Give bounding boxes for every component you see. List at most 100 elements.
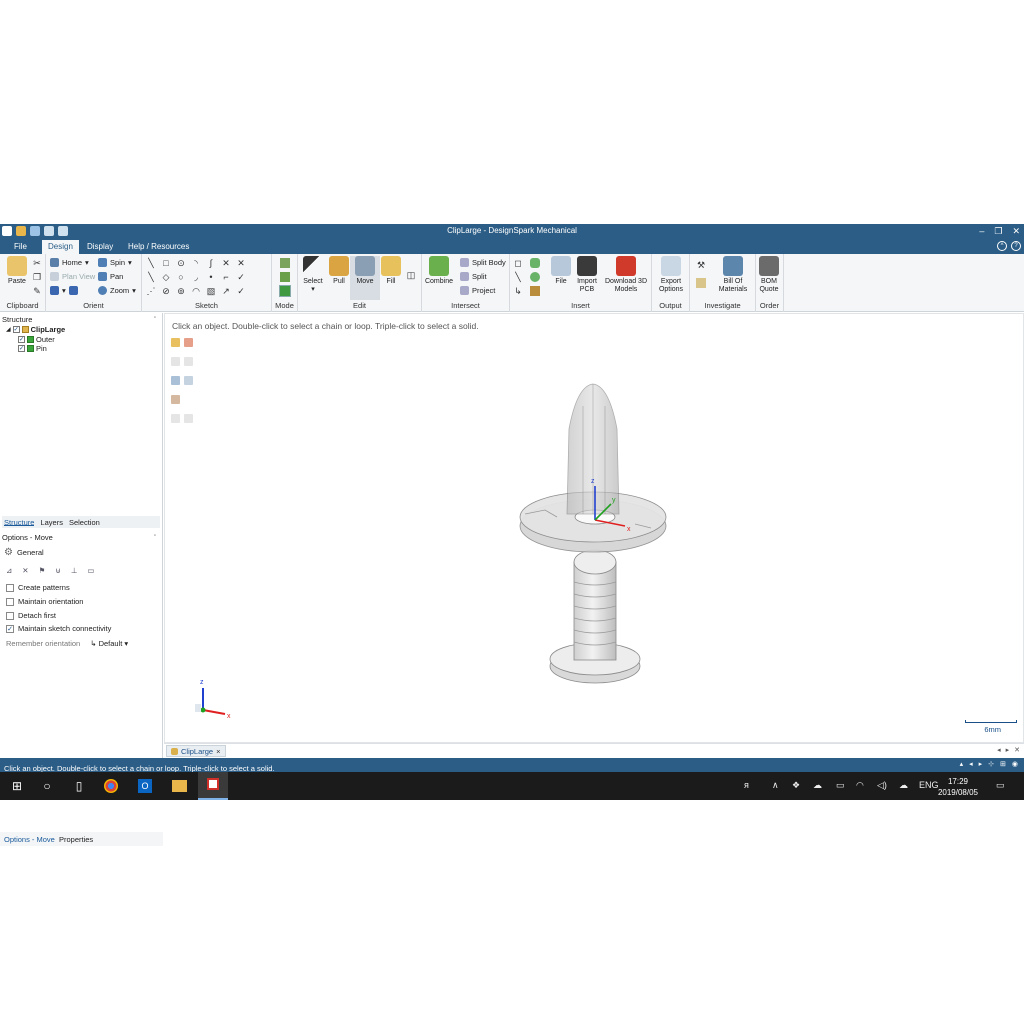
outlook-icon[interactable]: O bbox=[138, 779, 152, 793]
shell-icon[interactable]: ◫ bbox=[406, 270, 416, 280]
plan-view-button[interactable]: Plan View bbox=[50, 272, 95, 281]
sphere-icon[interactable] bbox=[530, 272, 540, 282]
onedrive-icon[interactable]: ☁ bbox=[899, 780, 908, 791]
grid-icon[interactable]: ⊞ bbox=[1000, 760, 1006, 768]
help-icon[interactable]: ? bbox=[1011, 241, 1021, 251]
arc-tool-icon[interactable]: ◝ bbox=[191, 258, 201, 268]
ruler-icon[interactable]: ⚑ bbox=[39, 566, 46, 575]
axis-icon[interactable]: ╲ bbox=[513, 272, 523, 282]
paste-button[interactable]: Paste bbox=[2, 256, 32, 286]
tree-row[interactable]: ✓ Outer bbox=[6, 335, 65, 345]
detach-first-checkbox[interactable] bbox=[6, 611, 14, 620]
close-button[interactable]: ✕ bbox=[1012, 226, 1020, 237]
minimize-button[interactable]: – bbox=[979, 226, 984, 237]
collapse-icon[interactable]: ◢ bbox=[6, 326, 11, 333]
language-indicator[interactable]: ENG bbox=[919, 780, 939, 790]
tray-expand-icon[interactable]: ∧ bbox=[772, 780, 779, 791]
tree-row[interactable]: ✓ Pin bbox=[6, 344, 65, 354]
3d-viewport[interactable]: Click an object. Double-click to select … bbox=[164, 313, 1024, 743]
detach-first-option[interactable]: Detach first bbox=[6, 611, 56, 620]
split-body-button[interactable]: Split Body bbox=[460, 258, 506, 267]
clip-model[interactable] bbox=[519, 383, 667, 684]
bom-quote-button[interactable]: BOM Quote bbox=[756, 256, 782, 294]
visibility-checkbox[interactable]: ✓ bbox=[18, 335, 25, 343]
task-view-icon[interactable]: ▯ bbox=[70, 777, 88, 795]
search-icon[interactable]: ○ bbox=[38, 777, 56, 795]
sweep-arc-icon[interactable]: ◞ bbox=[191, 272, 201, 282]
selection-next-icon[interactable]: ▸ bbox=[979, 760, 983, 768]
close-all-icon[interactable]: ✕ bbox=[1014, 746, 1020, 754]
tab-properties[interactable]: Properties bbox=[59, 835, 93, 844]
maintain-sketch-connectivity-checkbox[interactable]: ✓ bbox=[6, 624, 14, 633]
pivot-icon[interactable]: ⊥ bbox=[71, 566, 78, 575]
chrome-icon[interactable] bbox=[104, 779, 118, 793]
mirror-tool-icon[interactable]: ✕ bbox=[236, 258, 246, 268]
export-options-button[interactable]: Export Options bbox=[656, 256, 686, 294]
trim-tool-icon[interactable]: ✕ bbox=[221, 258, 231, 268]
line-tool-icon[interactable]: ╲ bbox=[146, 258, 156, 268]
cloud-sync-icon[interactable]: ☁ bbox=[813, 780, 822, 791]
visibility-checkbox[interactable]: ✓ bbox=[12, 326, 20, 334]
tab-design[interactable]: Design bbox=[42, 240, 79, 254]
wifi-icon[interactable]: ◠ bbox=[856, 780, 864, 791]
view-cube-button[interactable]: ▾ bbox=[50, 286, 78, 295]
designspark-task-icon[interactable] bbox=[198, 772, 228, 800]
tab-layers[interactable]: Layers bbox=[40, 518, 63, 527]
tab-help-resources[interactable]: Help / Resources bbox=[122, 240, 195, 254]
offset-tool-icon[interactable]: ⌐ bbox=[221, 272, 231, 282]
notifications-icon[interactable]: ▭ bbox=[996, 780, 1005, 791]
dimension-icon[interactable]: ▭ bbox=[87, 566, 94, 575]
people-icon[interactable]: ᴙ bbox=[744, 780, 749, 790]
close-tab-icon[interactable]: × bbox=[216, 747, 220, 756]
project-sketch-icon[interactable]: ▧ bbox=[206, 286, 216, 296]
dropbox-icon[interactable]: ❖ bbox=[792, 780, 800, 791]
create-patterns-option[interactable]: Create patterns bbox=[6, 583, 70, 592]
polygon-tool-icon[interactable]: ◇ bbox=[161, 272, 171, 282]
pin-dome[interactable] bbox=[573, 549, 617, 575]
options-pin-icon[interactable]: ▫ bbox=[154, 533, 156, 539]
point-tool-icon[interactable]: • bbox=[206, 272, 216, 282]
volume-icon[interactable]: ◁) bbox=[877, 780, 887, 791]
home-button[interactable]: Home ▾ bbox=[50, 258, 89, 267]
tab-options-move[interactable]: Options - Move bbox=[4, 835, 55, 844]
project-button[interactable]: Project bbox=[460, 286, 495, 295]
pan-button[interactable]: Pan bbox=[98, 272, 123, 281]
3d-mode-icon[interactable] bbox=[279, 285, 291, 297]
maintain-orientation-option[interactable]: Maintain orientation bbox=[6, 597, 83, 606]
section-mode-icon[interactable] bbox=[280, 272, 290, 282]
windows-start-icon[interactable]: ⊞ bbox=[8, 777, 26, 795]
tab-selection[interactable]: Selection bbox=[69, 518, 100, 527]
create-patterns-checkbox[interactable] bbox=[6, 583, 14, 592]
construction-line-icon[interactable]: ⋰ bbox=[146, 286, 156, 296]
rectangle-tool-icon[interactable]: □ bbox=[161, 258, 171, 268]
clock[interactable]: 17:29 2019/08/05 bbox=[938, 776, 978, 798]
sketch-mode-icon[interactable] bbox=[280, 258, 290, 268]
visibility-checkbox[interactable]: ✓ bbox=[18, 345, 25, 353]
selection-prev-icon[interactable]: ◂ bbox=[969, 760, 973, 768]
check-geometry-icon[interactable] bbox=[696, 278, 706, 288]
general-section[interactable]: ⚙ General bbox=[4, 547, 44, 558]
tab-file[interactable]: File bbox=[8, 240, 33, 254]
spline-tool-icon[interactable]: ∫ bbox=[206, 258, 216, 268]
fillet-sketch-icon[interactable]: ✓ bbox=[236, 286, 246, 296]
battery-icon[interactable]: ▭ bbox=[836, 780, 845, 791]
three-point-arc-icon[interactable]: ◠ bbox=[191, 286, 201, 296]
measure-icon[interactable]: ⚒ bbox=[696, 260, 706, 270]
plane-icon[interactable]: ◻ bbox=[513, 258, 523, 268]
maintain-sketch-connectivity-option[interactable]: ✓ Maintain sketch connectivity bbox=[6, 624, 111, 633]
scroll-right-icon[interactable]: ▸ bbox=[1006, 746, 1010, 754]
tab-structure[interactable]: Structure bbox=[4, 518, 35, 527]
slot-tool-icon[interactable]: ⊘ bbox=[161, 286, 171, 296]
split-line-icon[interactable]: ✓ bbox=[236, 272, 246, 282]
selection-filter-icon[interactable]: ▴ bbox=[960, 760, 964, 768]
pin-icon[interactable]: ▫ bbox=[154, 315, 156, 321]
component-icon[interactable] bbox=[530, 286, 540, 296]
format-painter-icon[interactable]: ✎ bbox=[32, 286, 42, 296]
cut-icon[interactable]: ✂ bbox=[32, 258, 42, 268]
cylinder-icon[interactable] bbox=[530, 258, 540, 268]
maintain-orientation-checkbox[interactable] bbox=[6, 597, 14, 606]
up-to-icon[interactable]: ⊍ bbox=[55, 566, 61, 575]
tangent-line-icon[interactable]: ╲ bbox=[146, 272, 156, 282]
tab-display[interactable]: Display bbox=[81, 240, 119, 254]
zoom-button[interactable]: Zoom ▾ bbox=[98, 286, 136, 295]
